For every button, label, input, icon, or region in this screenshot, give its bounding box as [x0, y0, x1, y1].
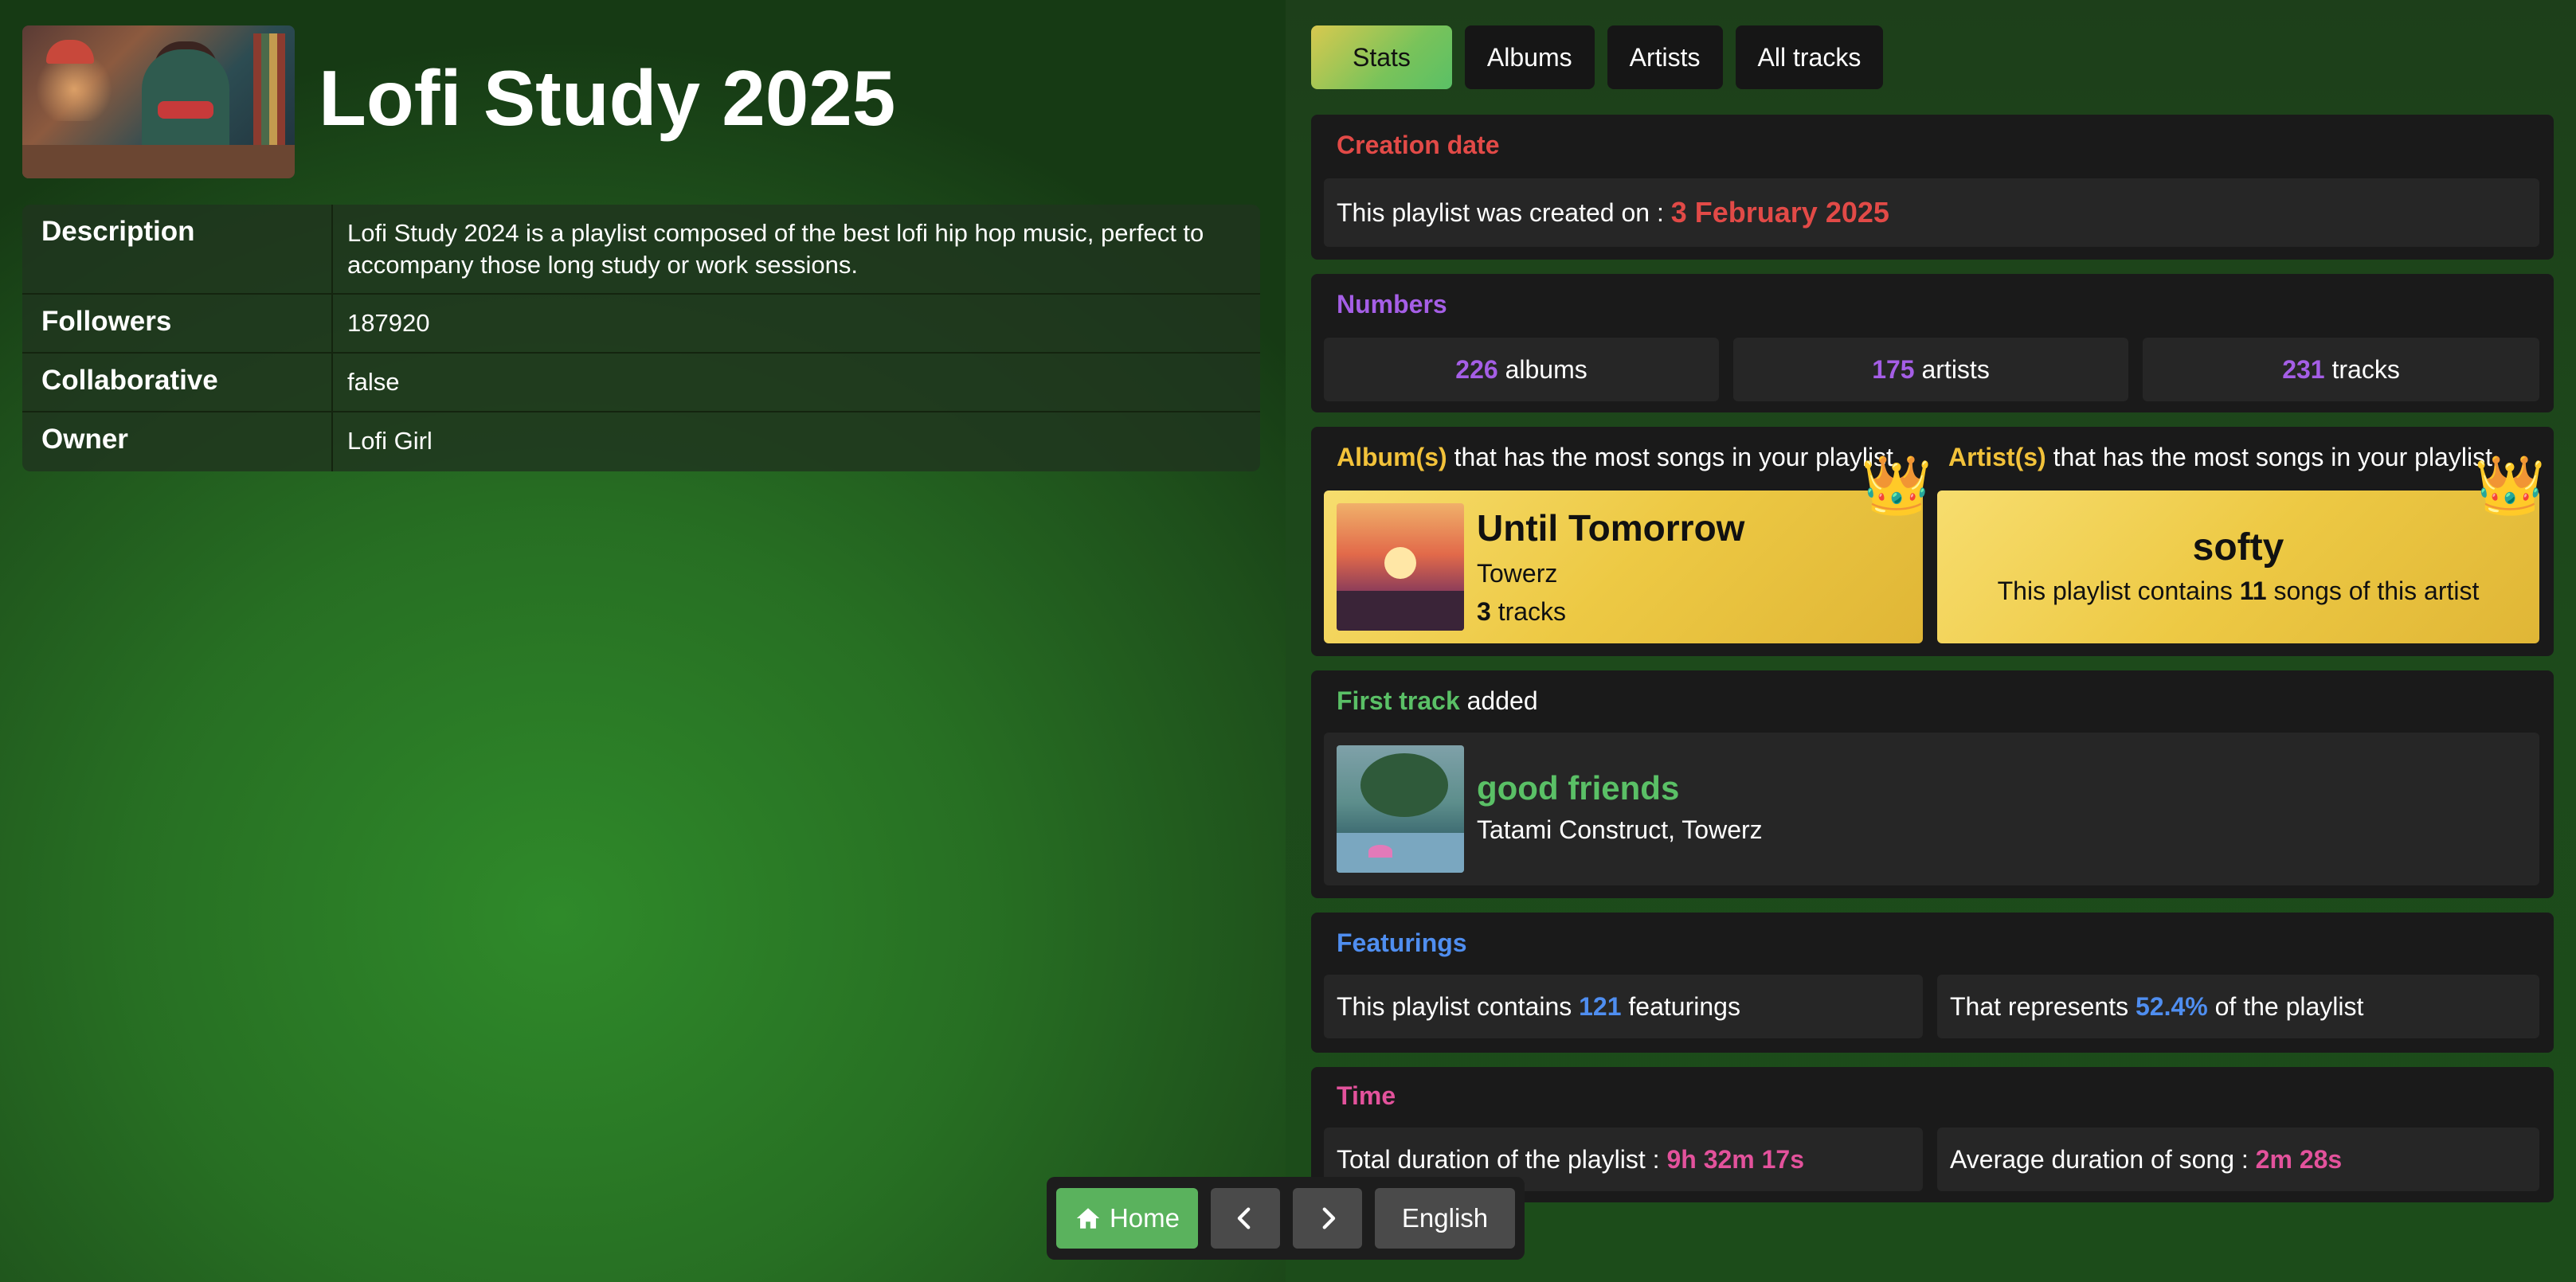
- playlist-cover-image: [22, 25, 295, 178]
- top-album-artist-card: Album(s) that has the most songs in your…: [1311, 427, 2554, 656]
- first-track-heading-highlight: First track: [1337, 686, 1460, 715]
- top-album-name: Until Tomorrow: [1477, 507, 1745, 549]
- first-track-heading: First track added: [1337, 686, 1538, 716]
- top-artist-name: softy: [2192, 526, 2284, 569]
- top-album-heading-rest: that has the most songs in your playlist: [1454, 443, 1893, 471]
- creation-date-card: Creation date This playlist was created …: [1311, 115, 2554, 260]
- average-duration-value: 2m 28s: [2255, 1144, 2343, 1174]
- featurings-count: 121: [1579, 991, 1622, 1021]
- featurings-prefix: This playlist contains: [1337, 991, 1572, 1021]
- featurings-percent-box: That represents 52.4% of the playlist: [1937, 975, 2539, 1038]
- top-album-tracks: 3 tracks: [1477, 597, 1566, 627]
- info-value: Lofi Study 2024 is a playlist composed o…: [347, 219, 1204, 279]
- tracks-label: tracks: [2331, 354, 2400, 384]
- creation-date-value: 3 February 2025: [1670, 196, 1889, 229]
- artists-count-box: 175 artists: [1733, 338, 2128, 401]
- info-key: Description: [22, 205, 333, 293]
- featurings-count-box: This playlist contains 121 featurings: [1324, 975, 1923, 1038]
- playlist-panel: Lofi Study 2025 Description Lofi Study 2…: [0, 0, 1286, 1282]
- bottom-nav: Home English: [1047, 1177, 1525, 1260]
- info-value: 187920: [347, 309, 430, 337]
- home-button[interactable]: Home: [1056, 1188, 1198, 1249]
- first-track-artists: Tatami Construct, Towerz: [1477, 815, 1763, 844]
- language-button[interactable]: English: [1375, 1188, 1516, 1249]
- total-duration-value: 9h 32m 17s: [1666, 1144, 1805, 1174]
- featurings-title: Featurings: [1337, 928, 1467, 957]
- crown-icon: 👑: [1861, 454, 1932, 518]
- stats-panel: Stats Albums Artists All tracks Creation…: [1286, 0, 2576, 1282]
- chevron-right-icon: [1322, 1207, 1335, 1229]
- album-cover-image: [1337, 503, 1464, 631]
- featurings-percent-suffix: of the playlist: [2214, 991, 2364, 1021]
- info-row-followers: Followers 187920: [22, 295, 1260, 354]
- top-album-heading-highlight: Album(s): [1337, 443, 1447, 471]
- top-album-heading: Album(s) that has the most songs in your…: [1337, 443, 1893, 472]
- tab-stats[interactable]: Stats: [1311, 25, 1452, 89]
- info-key: Owner: [22, 412, 333, 471]
- info-value: Lofi Girl: [347, 427, 433, 455]
- top-artist-heading: Artist(s) that has the most songs in you…: [1948, 443, 2492, 472]
- first-track-box[interactable]: good friends Tatami Construct, Towerz: [1324, 733, 2539, 885]
- time-title: Time: [1337, 1081, 1396, 1110]
- average-duration-prefix: Average duration of song :: [1950, 1144, 2249, 1174]
- top-artist-summary: This playlist contains 11 songs of this …: [1937, 577, 2539, 606]
- next-button[interactable]: [1293, 1188, 1363, 1249]
- tab-artists[interactable]: Artists: [1607, 25, 1723, 89]
- info-key: Collaborative: [22, 354, 333, 411]
- info-row-owner: Owner Lofi Girl: [22, 412, 1260, 471]
- albums-count: 226: [1455, 354, 1498, 384]
- top-artist-heading-rest: that has the most songs in your playlist: [2053, 443, 2492, 471]
- info-key: Followers: [22, 295, 333, 352]
- first-track-name: good friends: [1477, 769, 1680, 807]
- info-value: false: [347, 368, 400, 396]
- playlist-title: Lofi Study 2025: [319, 54, 896, 142]
- total-duration-prefix: Total duration of the playlist :: [1337, 1144, 1660, 1174]
- tab-all-tracks[interactable]: All tracks: [1735, 25, 1884, 89]
- tab-albums[interactable]: Albums: [1464, 25, 1595, 89]
- top-album-tracks-count: 3: [1477, 597, 1491, 626]
- first-track-heading-rest: added: [1466, 686, 1538, 715]
- artists-count: 175: [1872, 354, 1915, 384]
- top-album-artist: Towerz: [1477, 559, 1558, 588]
- info-row-collaborative: Collaborative false: [22, 354, 1260, 412]
- creation-date-box: This playlist was created on : 3 Februar…: [1324, 178, 2539, 247]
- featurings-suffix: featurings: [1628, 991, 1740, 1021]
- featurings-percent: 52.4%: [2136, 991, 2208, 1021]
- numbers-card: Numbers 226 albums 175 artists 231 track…: [1311, 274, 2554, 412]
- playlist-info-table: Description Lofi Study 2024 is a playlis…: [22, 205, 1260, 471]
- top-album-card[interactable]: Until Tomorrow Towerz 3 tracks: [1324, 491, 1923, 643]
- top-artist-count: 11: [2239, 577, 2267, 605]
- albums-label: albums: [1505, 354, 1587, 384]
- track-cover-image: [1337, 745, 1464, 873]
- first-track-card: First track added good friends Tatami Co…: [1311, 670, 2554, 898]
- home-label: Home: [1109, 1203, 1180, 1233]
- tab-bar: Stats Albums Artists All tracks: [1311, 25, 1884, 89]
- creation-date-title: Creation date: [1337, 131, 1500, 159]
- tracks-count: 231: [2282, 354, 2325, 384]
- featurings-percent-prefix: That represents: [1950, 991, 2129, 1021]
- info-row-description: Description Lofi Study 2024 is a playlis…: [22, 205, 1260, 295]
- top-artist-suffix: songs of this artist: [2273, 577, 2480, 605]
- crown-icon: 👑: [2474, 454, 2546, 518]
- chevron-left-icon: [1238, 1207, 1251, 1229]
- top-album-tracks-label: tracks: [1497, 597, 1567, 626]
- artists-label: artists: [1921, 354, 1990, 384]
- numbers-title: Numbers: [1337, 290, 1447, 319]
- average-duration-box: Average duration of song : 2m 28s: [1937, 1128, 2539, 1191]
- top-artist-heading-highlight: Artist(s): [1948, 443, 2046, 471]
- top-artist-card[interactable]: softy This playlist contains 11 songs of…: [1937, 491, 2539, 643]
- featurings-card: Featurings This playlist contains 121 fe…: [1311, 913, 2554, 1053]
- top-artist-prefix: This playlist contains: [1997, 577, 2233, 605]
- previous-button[interactable]: [1210, 1188, 1280, 1249]
- tracks-count-box: 231 tracks: [2143, 338, 2539, 401]
- home-icon: [1076, 1208, 1100, 1229]
- albums-count-box: 226 albums: [1324, 338, 1719, 401]
- creation-date-prefix: This playlist was created on :: [1337, 197, 1664, 227]
